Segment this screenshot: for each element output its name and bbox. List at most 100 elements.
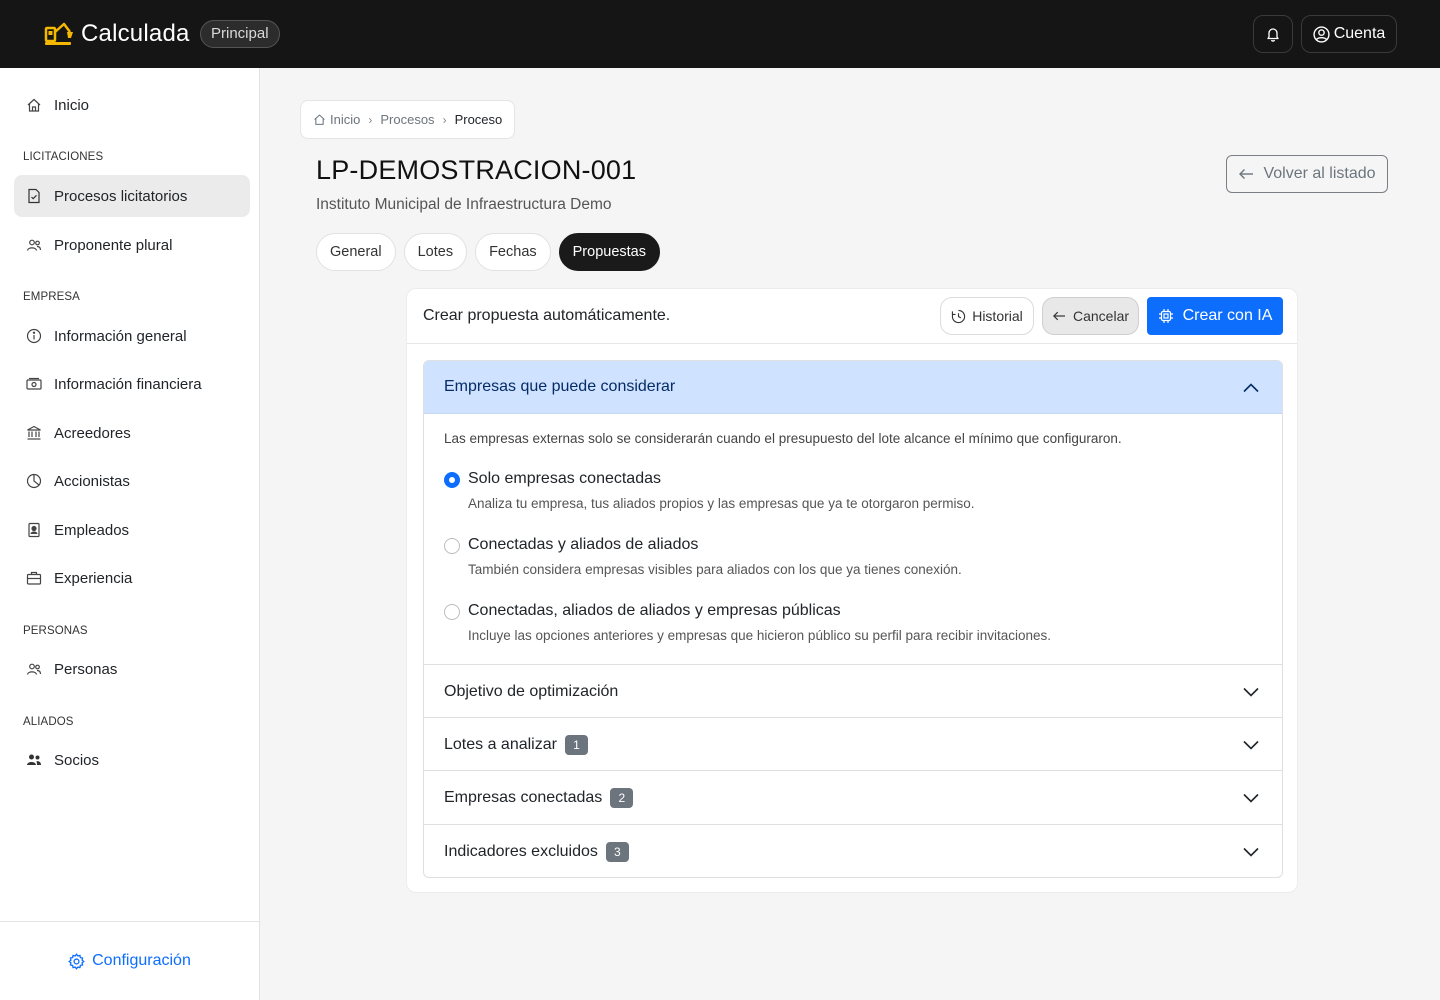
- count-badge: 3: [605, 841, 629, 862]
- tab-fechas[interactable]: Fechas: [475, 233, 551, 271]
- sidebar-item-acreedores[interactable]: Acreedores: [14, 412, 250, 454]
- page-subtitle: Instituto Municipal de Infraestructura D…: [316, 196, 612, 213]
- option-description: Analiza tu empresa, tus aliados propios …: [468, 496, 975, 511]
- create-with-ai-button[interactable]: Crear con IA: [1147, 297, 1283, 335]
- breadcrumb-current: Proceso: [454, 112, 503, 127]
- accordion-header-objetivo[interactable]: Objetivo de optimización: [424, 665, 1282, 718]
- people-fill-icon: [27, 754, 41, 765]
- users-icon: [26, 239, 42, 251]
- user-circle-icon: [1313, 25, 1330, 43]
- back-to-list-button[interactable]: Volver al listado: [1226, 155, 1388, 193]
- sidebar: Inicio LICITACIONES Procesos licitatorio…: [0, 68, 260, 1000]
- sidebar-item-label: Inicio: [54, 96, 90, 114]
- card-header: Crear propuesta automáticamente. Histori…: [407, 289, 1297, 344]
- cancel-label: Cancelar: [1072, 308, 1130, 324]
- bell-icon: [1267, 28, 1279, 42]
- option-description: Incluye las opciones anteriores y empres…: [468, 628, 1052, 643]
- sidebar-item-label: Proponente plural: [54, 236, 173, 254]
- section-label-personas: PERSONAS: [23, 625, 88, 637]
- sidebar-item-procesos-licitatorios[interactable]: Procesos licitatorios: [14, 175, 250, 217]
- section-label-empresa: EMPRESA: [23, 291, 80, 303]
- count-badge: 1: [564, 734, 588, 755]
- radio-button[interactable]: [444, 538, 460, 554]
- sidebar-item-experiencia[interactable]: Experiencia: [14, 557, 250, 599]
- cash-icon: [26, 377, 42, 390]
- arrow-left-icon: [1239, 169, 1254, 179]
- breadcrumb-home[interactable]: Inicio: [330, 112, 360, 127]
- accordion-header-empresas-conectadas[interactable]: Empresas conectadas 2: [424, 771, 1282, 824]
- radio-button[interactable]: [444, 604, 460, 620]
- accordion-header-empresas-considerar[interactable]: Empresas que puede considerar: [424, 361, 1282, 414]
- sidebar-item-label: Información general: [54, 327, 187, 345]
- chevron-down-icon: [1243, 740, 1259, 750]
- breadcrumb: Inicio › Procesos › Proceso: [300, 100, 516, 139]
- clock-history-icon: [952, 309, 966, 323]
- section-label-aliados: ALIADOS: [23, 716, 74, 728]
- radio-button[interactable]: [444, 472, 460, 488]
- notifications-button[interactable]: [1253, 15, 1293, 53]
- accordion-title: Empresas conectadas: [444, 788, 603, 806]
- option-label: Conectadas y aliados de aliados: [468, 536, 699, 553]
- chevron-up-icon: [1243, 383, 1259, 393]
- process-tabs: General Lotes Fechas Propuestas: [316, 233, 668, 271]
- history-button[interactable]: Historial: [940, 297, 1034, 335]
- sidebar-item-label: Empleados: [54, 521, 130, 539]
- briefcase-icon: [26, 571, 42, 585]
- auto-proposal-card: Crear propuesta automáticamente. Histori…: [406, 288, 1298, 893]
- sidebar-item-empleados[interactable]: Empleados: [14, 509, 250, 551]
- users-icon: [26, 663, 42, 675]
- sidebar-item-socios[interactable]: Socios: [14, 739, 250, 781]
- sidebar-item-label: Experiencia: [54, 569, 133, 587]
- accordion-header-indicadores[interactable]: Indicadores excluidos 3: [424, 825, 1282, 877]
- gear-icon: [68, 952, 85, 970]
- sidebar-item-accionistas[interactable]: Accionistas: [14, 460, 250, 502]
- brand-name: Calculada: [81, 20, 190, 47]
- history-label: Historial: [972, 308, 1023, 324]
- tab-propuestas[interactable]: Propuestas: [558, 233, 660, 271]
- account-button[interactable]: Cuenta: [1301, 15, 1397, 53]
- info-icon: [26, 328, 42, 344]
- sidebar-item-personas[interactable]: Personas: [14, 648, 250, 690]
- option-label: Solo empresas conectadas: [468, 470, 661, 487]
- chevron-down-icon: [1243, 793, 1259, 803]
- brand[interactable]: Calculada: [42, 18, 190, 50]
- sidebar-item-informacion-financiera[interactable]: Información financiera: [14, 363, 250, 405]
- sidebar-item-label: Información financiera: [54, 375, 202, 393]
- cpu-icon: [1158, 309, 1173, 323]
- sidebar-item-label: Acreedores: [54, 424, 131, 442]
- sidebar-item-label: Socios: [54, 751, 100, 769]
- accordion-title: Empresas que puede considerar: [444, 378, 676, 395]
- chevron-down-icon: [1243, 687, 1259, 697]
- tab-general[interactable]: General: [316, 233, 396, 271]
- accordion-note: Las empresas externas solo se considerar…: [444, 431, 1122, 446]
- sidebar-item-label: Procesos licitatorios: [54, 187, 188, 205]
- excavator-logo-icon: [44, 22, 73, 45]
- pie-chart-icon: [26, 473, 42, 489]
- top-navbar: Calculada Principal Cuenta: [0, 0, 1440, 68]
- environment-badge[interactable]: Principal: [200, 20, 280, 48]
- page-title: LP-DEMOSTRACION-001: [316, 155, 637, 185]
- sidebar-item-label: Personas: [54, 660, 118, 678]
- create-with-ai-label: Crear con IA: [1182, 307, 1273, 324]
- accordion-header-lotes[interactable]: Lotes a analizar 1: [424, 718, 1282, 771]
- chevron-right-icon: ›: [442, 112, 447, 127]
- chevron-right-icon: ›: [368, 112, 373, 127]
- sidebar-item-proponente-plural[interactable]: Proponente plural: [14, 224, 250, 266]
- arrow-left-icon: [1052, 311, 1065, 321]
- bank-icon: [27, 425, 41, 440]
- section-label-licitaciones: LICITACIONES: [23, 151, 104, 163]
- card-title: Crear propuesta automáticamente.: [423, 307, 671, 324]
- sidebar-item-informacion-general[interactable]: Información general: [14, 315, 250, 357]
- option-label: Conectadas, aliados de aliados y empresa…: [468, 602, 841, 619]
- tab-lotes[interactable]: Lotes: [403, 233, 468, 271]
- accordion-title: Objetivo de optimización: [444, 682, 619, 700]
- sidebar-item-inicio[interactable]: Inicio: [14, 84, 250, 126]
- chevron-down-icon: [1243, 847, 1259, 857]
- house-icon: [314, 114, 325, 125]
- house-icon: [27, 98, 41, 112]
- accordion-title: Indicadores excluidos: [444, 842, 598, 860]
- cancel-button[interactable]: Cancelar: [1042, 297, 1139, 335]
- settings-link[interactable]: Configuración: [0, 921, 259, 1000]
- back-button-label: Volver al listado: [1263, 165, 1376, 182]
- breadcrumb-procesos[interactable]: Procesos: [380, 112, 434, 127]
